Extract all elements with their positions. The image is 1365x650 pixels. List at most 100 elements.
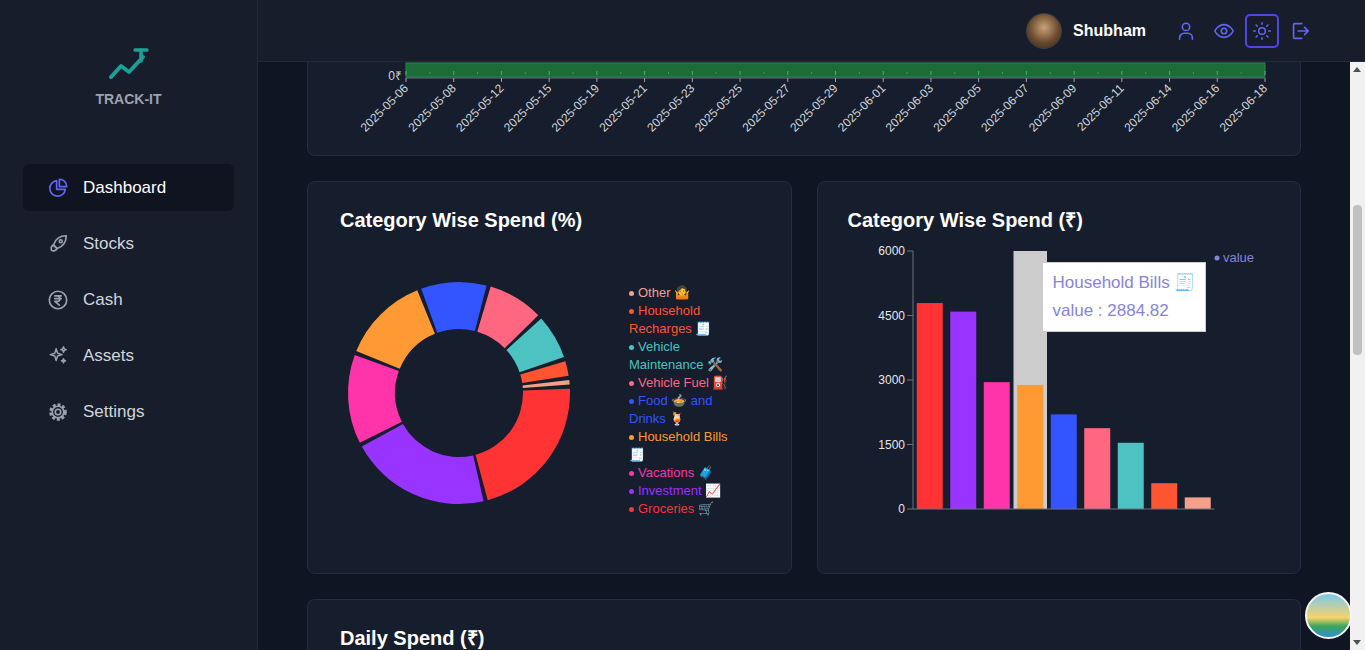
user-icon [1175,20,1197,42]
donut-slice[interactable] [362,424,484,504]
donut-slice[interactable] [356,290,435,369]
donut-slice[interactable] [476,389,570,501]
legend-item[interactable]: Household Bills 🧾 [629,428,737,464]
y-tick: 0₹ [388,69,402,83]
legend-item[interactable]: Investment 📈 [629,482,737,500]
x-tick: 2025-05-25 [692,81,746,135]
chart-tooltip: Household Bills 🧾value : 2884.82 [1042,262,1207,332]
chart-row: Category Wise Spend (%)Other 🤷Household … [307,181,1301,574]
legend-dot [629,381,634,386]
theme-button[interactable] [1245,14,1279,48]
trend-chart: 0₹2025-05-062025-05-082025-05-12 2025-05-… [308,62,1301,156]
sidebar-item[interactable]: Assets [23,332,234,379]
legend-item[interactable]: Groceries 🛒 [629,500,737,518]
bar[interactable] [1184,497,1210,509]
header-actions [1169,14,1317,48]
legend-item[interactable]: value [1223,250,1254,265]
y-tick: 3000 [878,373,905,387]
user-avatar[interactable] [1026,13,1062,49]
y-tick: 6000 [878,244,905,258]
x-tick: 2025-05-19 [549,81,603,135]
top-bar: Shubham [258,0,1365,62]
legend-dot [629,399,634,404]
x-tick: 2025-06-09 [1026,81,1080,135]
sidebar-item[interactable]: Dashboard [23,164,234,211]
logo-icon [107,46,151,82]
visibility-button[interactable] [1207,14,1241,48]
bar[interactable] [1117,443,1143,509]
bar[interactable] [1050,414,1076,509]
legend-dot [629,435,634,440]
logout-icon [1289,20,1311,42]
legend-item[interactable]: Food 🍲 and Drinks 🍹 [629,392,737,428]
x-tick: 2025-06-01 [835,81,889,135]
donut-slice[interactable] [348,355,402,443]
eye-icon [1213,20,1235,42]
dashboard-content: 0₹2025-05-062025-05-082025-05-12 2025-05-… [258,62,1350,650]
legend-item[interactable]: Household Recharges 🧾 [629,302,737,338]
scrollbar[interactable] [1350,62,1365,650]
x-tick: 2025-05-08 [406,81,460,135]
y-tick: 1500 [878,438,905,452]
x-tick: 2025-05-06 [358,81,412,135]
bar[interactable] [983,382,1009,509]
x-tick: 2025-05-12 [453,81,507,135]
legend-dot [629,471,634,476]
bar[interactable] [950,312,976,509]
x-tick: 2025-06-11 [1074,81,1127,134]
legend-dot [629,345,634,350]
sidebar-nav: Dashboard Stocks Cash Assets Settings [0,164,257,435]
logout-button[interactable] [1283,14,1317,48]
x-tick: 2025-06-14 [1121,81,1175,135]
logo-text: TRACK-IT [95,90,161,108]
x-tick: 2025-06-18 [1217,81,1271,135]
pie-chart-icon [47,177,69,199]
legend-item[interactable]: Vacations 🧳 [629,464,737,482]
x-tick: 2025-06-05 [930,81,984,135]
legend-item[interactable]: Vehicle Maintenance 🛠️ [629,338,737,374]
legend-item[interactable]: Other 🤷 [629,284,737,302]
bar[interactable] [1151,483,1177,509]
assistant-button[interactable] [1305,592,1352,639]
sidebar-item[interactable]: Stocks [23,220,234,267]
trend-chart-card: 0₹2025-05-062025-05-082025-05-12 2025-05-… [307,62,1301,156]
card-title: Category Wise Spend (%) [340,206,759,234]
legend-dot [629,489,634,494]
logo[interactable]: TRACK-IT [0,0,257,108]
x-tick: 2025-06-07 [978,81,1032,135]
sparkles-icon [47,345,69,367]
card-title: Daily Spend (₹) [340,624,1268,650]
x-tick: 2025-06-03 [883,81,937,135]
bar[interactable] [1084,428,1110,509]
donut-slice[interactable] [523,380,570,388]
x-tick: 2025-05-21 [596,81,650,135]
legend-item[interactable]: Vehicle Fuel ⛽ [629,374,737,392]
range-brush[interactable] [406,63,1265,77]
category-amount-card: Category Wise Spend (₹) 6000 4500 3000 1500 0… [817,181,1302,574]
x-tick: 2025-05-29 [787,81,841,135]
gear-icon [47,401,69,423]
daily-spend-card: Daily Spend (₹) [307,599,1301,650]
legend-dot [1214,256,1219,261]
x-tick: 2025-06-16 [1169,81,1223,135]
legend-dot [629,309,634,314]
sun-icon [1252,21,1272,41]
card-title: Category Wise Spend (₹) [848,206,1271,234]
profile-button[interactable] [1169,14,1203,48]
sidebar-item[interactable]: Settings [23,388,234,435]
scrollbar-thumb[interactable] [1353,205,1362,355]
y-tick: 0 [898,502,905,516]
bar[interactable] [1017,385,1043,509]
y-tick: 4500 [878,309,905,323]
x-tick: 2025-05-23 [644,81,698,135]
user-name[interactable]: Shubham [1073,19,1146,43]
bar[interactable] [916,303,942,509]
legend-dot [629,507,634,512]
sidebar-item[interactable]: Cash [23,276,234,323]
rocket-icon [47,233,69,255]
category-percent-card: Category Wise Spend (%)Other 🤷Household … [307,181,792,574]
sidebar: TRACK-IT Dashboard Stocks Cash Assets Setting… [0,0,258,650]
donut-slice[interactable] [520,361,568,383]
rupee-icon [47,289,69,311]
donut-legend: Other 🤷Household Recharges 🧾Vehicle Main… [629,284,737,518]
